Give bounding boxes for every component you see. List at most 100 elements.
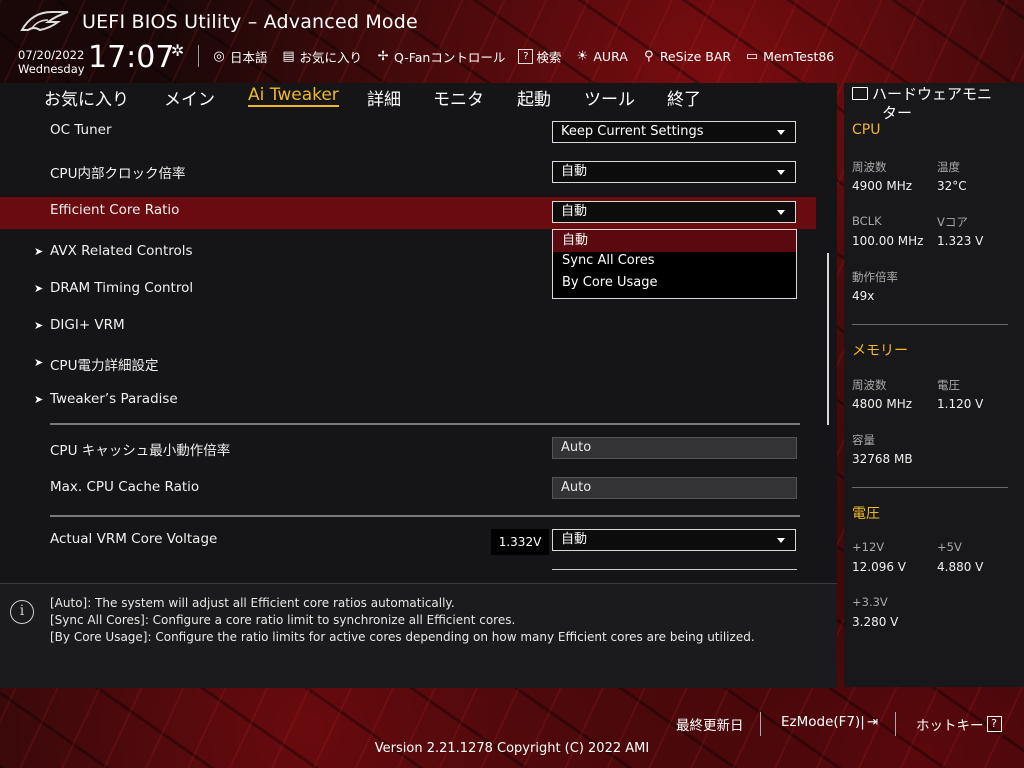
submenu-cpu-power[interactable]: CPU電力詳細設定 <box>50 354 158 374</box>
aura-label: AURA <box>593 48 628 64</box>
favorites-icon: ▤ <box>282 48 295 64</box>
oc-tuner-value: Keep Current Settings <box>561 124 704 139</box>
tab-favorites[interactable]: お気に入り <box>44 85 129 110</box>
hw-monitor-title: ハードウェアモニ ター <box>852 85 1022 123</box>
search-button[interactable]: ? 検索 <box>518 47 561 66</box>
bclk-value: 100.00 MHz <box>852 234 924 248</box>
dropdown-option-by-core[interactable]: By Core Usage <box>553 272 796 294</box>
tab-tool[interactable]: ツール <box>584 85 635 110</box>
cpu-ratio-label: CPU内部クロック倍率 <box>50 166 186 182</box>
search-label: 検索 <box>536 49 562 65</box>
favorites-button[interactable]: ▤ お気に入り <box>281 47 363 66</box>
memtest-icon: ▭ <box>745 48 759 64</box>
v12-label: +12V <box>852 540 885 554</box>
v12-value: 12.096 V <box>852 560 907 574</box>
ecore-ratio-label: Efficient Core Ratio <box>50 202 180 218</box>
ecore-ratio-value: 自動 <box>561 204 588 219</box>
v33-value: 3.280 V <box>852 615 899 629</box>
chevron-down-icon <box>777 130 785 135</box>
chevron-right-icon: ➤ <box>34 282 44 295</box>
mem-volt-label: 電圧 <box>937 378 960 392</box>
favorites-label: お気に入り <box>299 49 363 65</box>
exit-arrow-icon: ⇥ <box>866 714 879 730</box>
dropdown-option-auto[interactable]: 自動 <box>553 230 796 252</box>
cache-min-field[interactable]: Auto <box>552 437 797 459</box>
scrollbar[interactable] <box>827 253 829 425</box>
v5-label: +5V <box>937 540 962 554</box>
hw-divider <box>852 487 1008 488</box>
submenu-dram-timing[interactable]: DRAM Timing Control <box>50 280 193 296</box>
ezmode-button[interactable]: EzMode(F7)| ⇥ <box>781 714 878 730</box>
mem-freq-value: 4800 MHz <box>852 397 913 411</box>
ratio-value: 49x <box>852 289 875 303</box>
tab-exit[interactable]: 終了 <box>667 85 701 110</box>
hw-title-line2: ター <box>882 104 913 122</box>
date-text: 07/20/2022 <box>18 48 85 62</box>
cpu-ratio-value: 自動 <box>561 164 588 179</box>
submenu-avx[interactable]: AVX Related Controls <box>50 243 193 259</box>
app-title: UEFI BIOS Utility – Advanced Mode <box>82 11 418 33</box>
ezmode-label: EzMode(F7)| <box>781 714 865 730</box>
qfan-button[interactable]: ✢ Q-Fanコントロール <box>375 47 506 66</box>
ecore-ratio-dropdown: 自動 Sync All Cores By Core Usage <box>552 229 797 299</box>
submenu-tweakers-paradise[interactable]: Tweaker’s Paradise <box>50 391 178 407</box>
ecore-ratio-select[interactable]: 自動 <box>552 201 796 223</box>
mem-freq-label: 周波数 <box>852 378 887 392</box>
cpu-ratio-select[interactable]: 自動 <box>552 161 796 183</box>
main-menu: お気に入り メイン Ai Tweaker 詳細 モニタ 起動 ツール 終了 <box>0 83 837 113</box>
hotkey-button[interactable]: ホットキー ? <box>916 714 1002 734</box>
aura-icon: ☀ <box>576 48 589 64</box>
last-modified-button[interactable]: 最終更新日 <box>676 714 744 734</box>
mem-volt-value: 1.120 V <box>937 397 984 411</box>
ratio-label: 動作倍率 <box>852 270 898 284</box>
search-icon: ? <box>518 48 534 64</box>
help-line-by-core: [By Core Usage]: Configure the ratio lim… <box>50 630 755 644</box>
language-button[interactable]: ◎ 日本語 <box>211 47 267 66</box>
rog-logo-icon <box>20 11 69 32</box>
help-panel: i [Auto]: The system will adjust all Eff… <box>0 583 837 688</box>
gear-icon[interactable]: ✲ <box>171 41 184 60</box>
hardware-monitor: ハードウェアモニ ター CPU 周波数 温度 4900 MHz 32°C BCL… <box>844 83 1024 687</box>
chevron-right-icon: ➤ <box>34 319 44 332</box>
mem-cap-value: 32768 MB <box>852 452 913 466</box>
vrm-voltage-reading: 1.332V <box>491 529 549 555</box>
hw-divider <box>852 324 1008 325</box>
memtest-label: MemTest86 <box>763 48 835 64</box>
cache-max-label: Max. CPU Cache Ratio <box>50 479 200 495</box>
hw-section-voltage: 電圧 <box>852 506 880 522</box>
footer-divider <box>895 712 896 736</box>
tab-advanced[interactable]: 詳細 <box>367 85 401 110</box>
tab-monitor[interactable]: モニタ <box>433 85 484 110</box>
tab-ai-tweaker[interactable]: Ai Tweaker <box>248 85 339 107</box>
tab-boot[interactable]: 起動 <box>517 85 551 110</box>
version-text: Version 2.21.1278 Copyright (C) 2022 AMI <box>374 741 650 756</box>
footer-divider <box>760 712 761 736</box>
resize-bar-button[interactable]: ⚲ ReSize BAR <box>641 48 731 64</box>
cpu-temp-label: 温度 <box>937 160 960 174</box>
cache-max-field[interactable]: Auto <box>552 477 797 499</box>
bclk-label: BCLK <box>852 214 882 228</box>
aura-button[interactable]: ☀ AURA <box>574 48 628 64</box>
cache-min-label: CPU キャッシュ最小動作倍率 <box>50 443 231 459</box>
next-field-partial <box>552 569 797 574</box>
chevron-right-icon: ➤ <box>34 245 44 258</box>
help-key-icon: ? <box>986 716 1002 732</box>
v5-value: 4.880 V <box>937 560 984 574</box>
cpu-temp-value: 32°C <box>937 179 967 193</box>
top-toolbar: ◎ 日本語 ▤ お気に入り ✢ Q-Fanコントロール ? 検索 ☀ AURA … <box>198 45 847 67</box>
dropdown-option-sync-all[interactable]: Sync All Cores <box>553 250 796 272</box>
vrm-voltage-value: 自動 <box>561 532 588 547</box>
clock: 17:07 <box>88 40 175 75</box>
date-display: 07/20/2022 Wednesday <box>18 48 85 76</box>
tab-main[interactable]: メイン <box>164 85 215 110</box>
qfan-label: Q-Fanコントロール <box>394 49 506 65</box>
section-divider <box>50 515 800 517</box>
chevron-down-icon <box>777 538 785 543</box>
last-modified-label: 最終更新日 <box>676 718 744 734</box>
globe-icon: ◎ <box>213 48 225 64</box>
submenu-digi-vrm[interactable]: DIGI+ VRM <box>50 317 125 333</box>
oc-tuner-select[interactable]: Keep Current Settings <box>552 121 796 143</box>
vrm-voltage-select[interactable]: 自動 <box>552 529 796 551</box>
info-icon: i <box>10 600 34 624</box>
memtest-button[interactable]: ▭ MemTest86 <box>744 48 834 64</box>
